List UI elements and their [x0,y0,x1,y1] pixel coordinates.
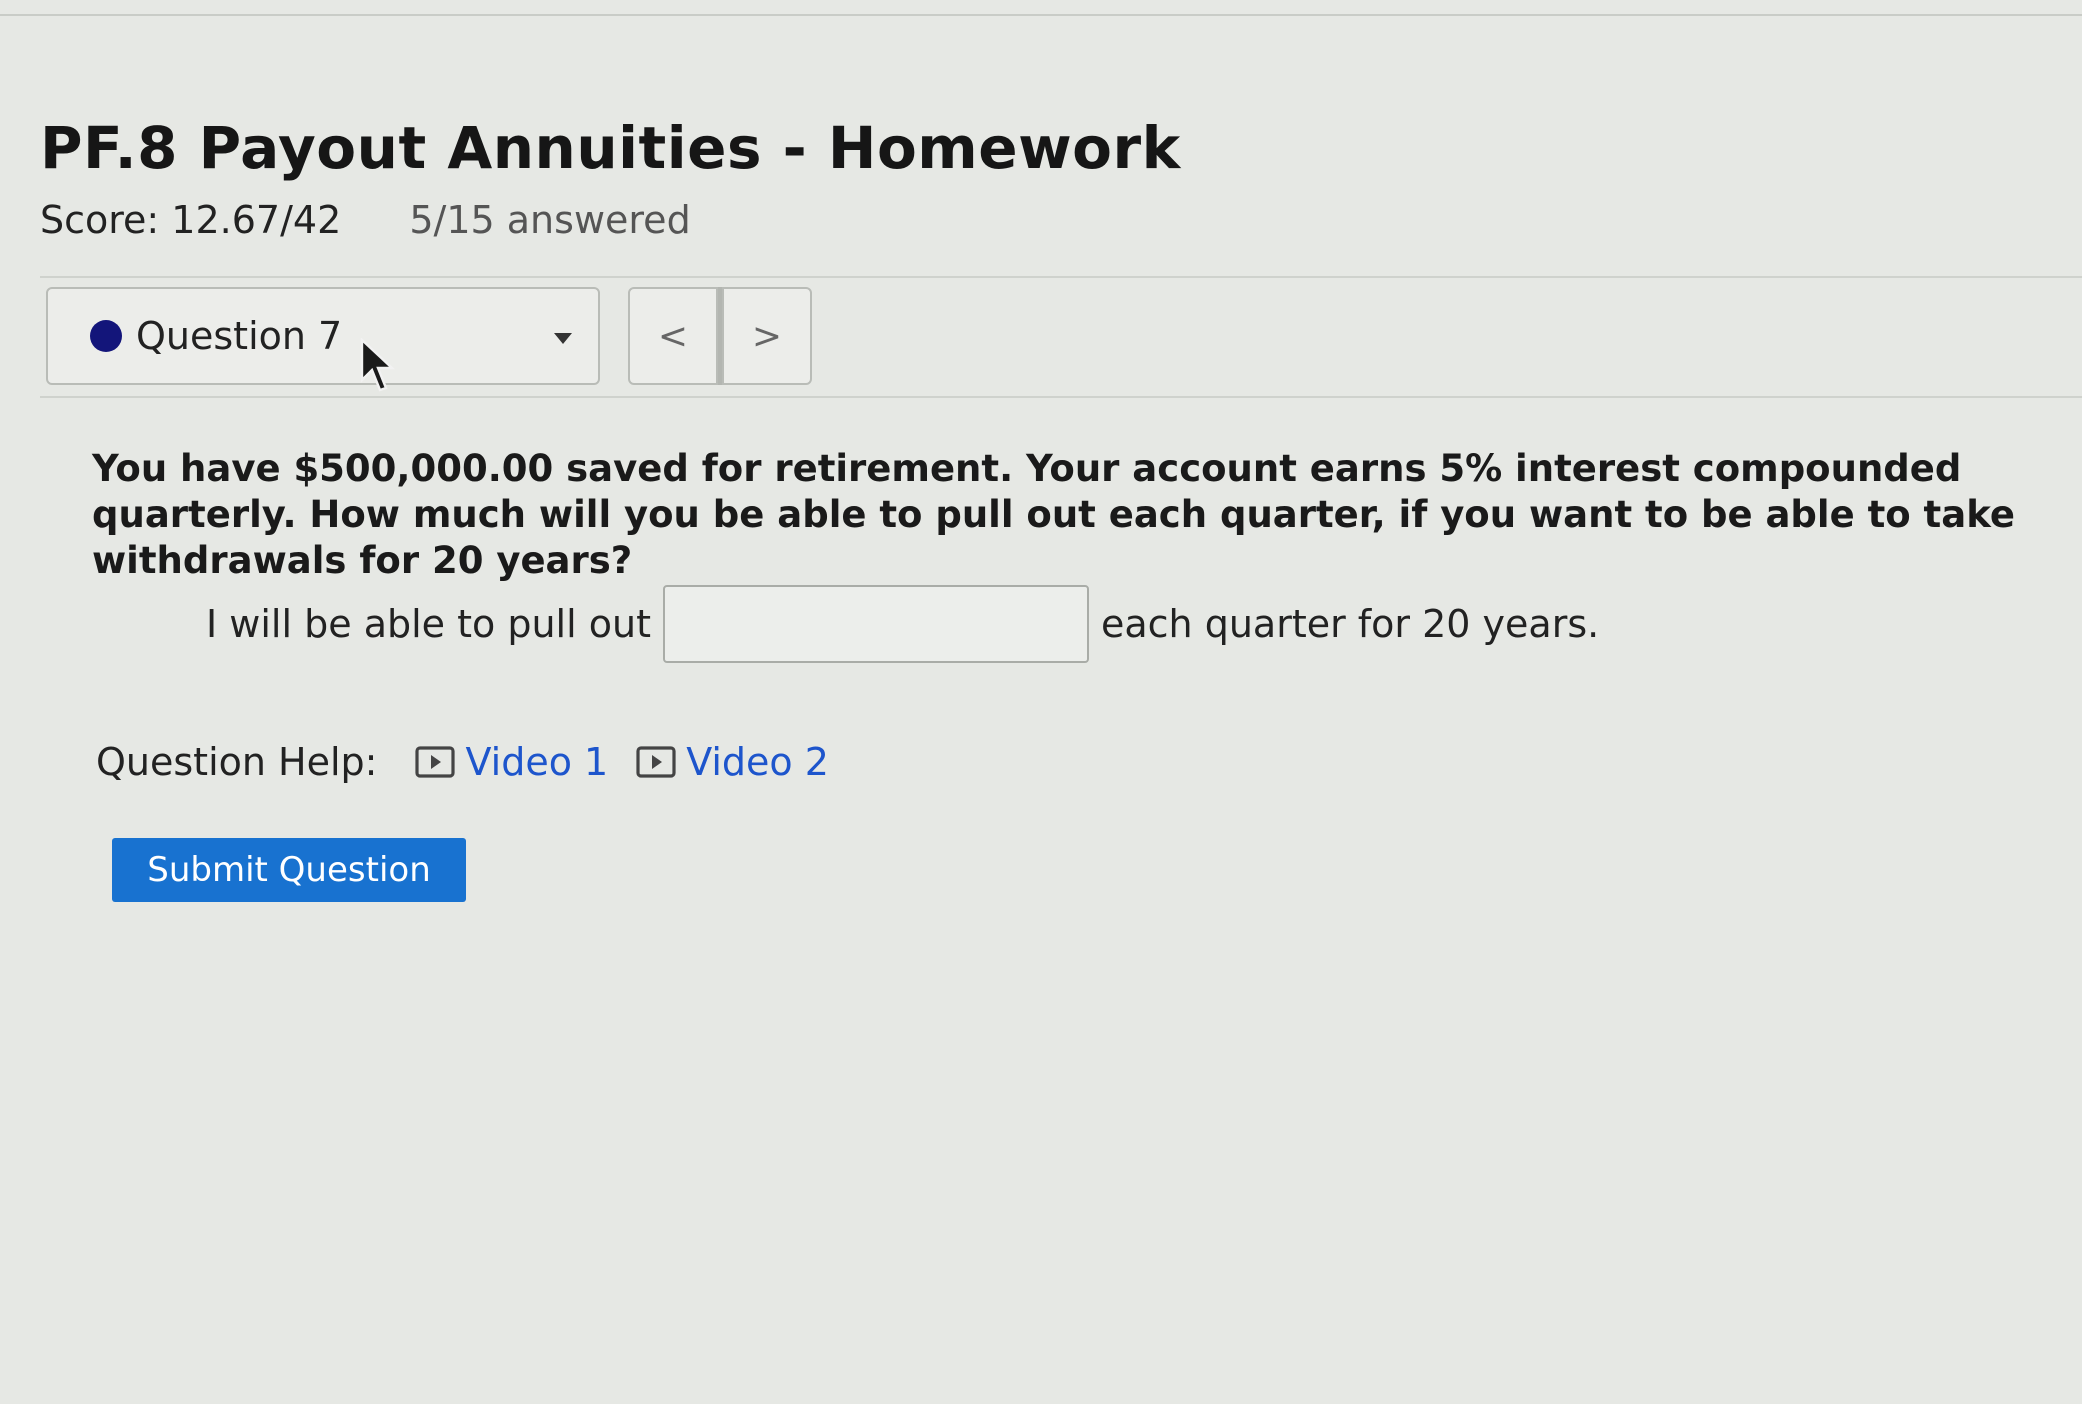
chevron-left-icon: < [657,315,689,357]
question-status-dot [90,320,122,352]
nav-divider-bottom [40,396,2082,398]
previous-question-button[interactable]: < [628,287,718,385]
page-title: PF.8 Payout Annuities - Homework [40,114,1181,182]
chevron-right-icon: > [751,315,783,357]
top-divider [0,14,2082,16]
video-1-link[interactable]: Video 1 [415,740,608,784]
answer-row: I will be able to pull out each quarter … [206,584,1599,664]
answer-prefix-text: I will be able to pull out [206,602,651,646]
question-prompt: You have $500,000.00 saved for retiremen… [92,447,2015,582]
score-summary: Score: 12.67/42 5/15 answered [40,198,691,242]
video-1-link-label: Video 1 [465,740,609,784]
question-selector-dropdown[interactable]: Question 7 [46,287,600,385]
question-selector-label: Question 7 [136,314,343,358]
video-2-link-label: Video 2 [686,740,829,784]
nav-divider-top [40,276,2082,278]
question-help-label: Question Help: [96,740,378,784]
video-2-link[interactable]: Video 2 [636,740,829,784]
score-text: Score: 12.67/42 [40,198,342,242]
answer-input[interactable] [662,585,1089,663]
answered-count: 5/15 answered [409,198,691,242]
answer-suffix-text: each quarter for 20 years. [1100,602,1600,646]
question-help: Question Help: Video 1 Video 2 [96,740,857,784]
video-icon [415,746,456,778]
chevron-down-icon [554,333,572,344]
submit-question-button[interactable]: Submit Question [112,838,466,902]
next-question-button[interactable]: > [722,287,812,385]
video-icon [636,746,676,778]
